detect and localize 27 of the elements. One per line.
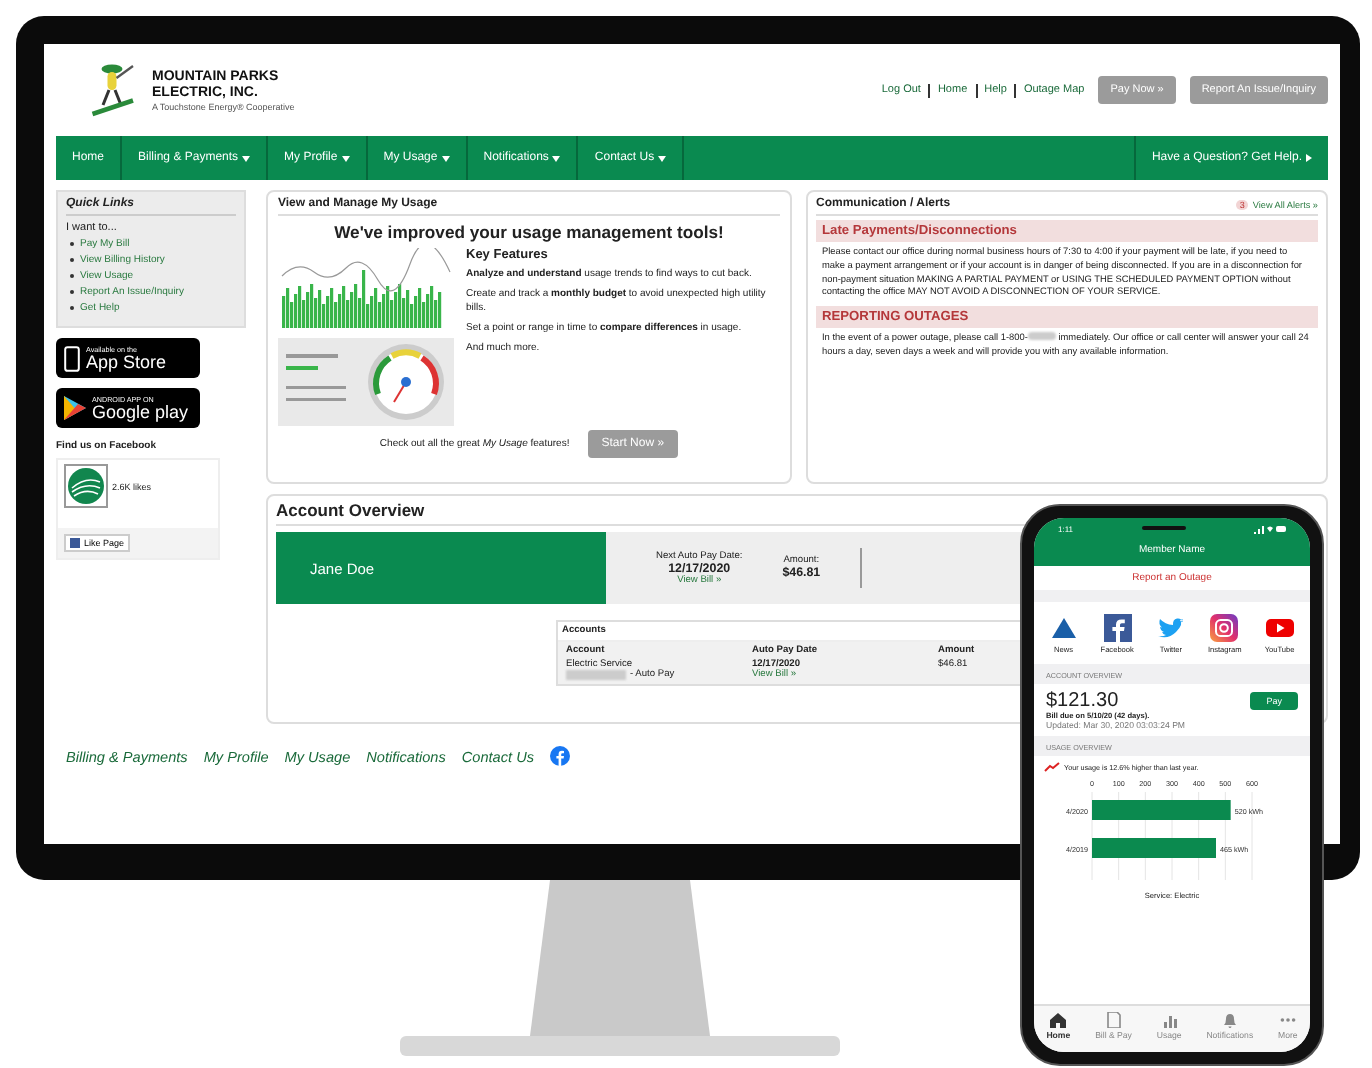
play-icon <box>64 396 86 420</box>
facebook-icon <box>1103 614 1132 642</box>
usage-bar <box>1092 800 1231 820</box>
caret-icon <box>341 155 350 161</box>
more-icon <box>1279 1012 1296 1028</box>
phone-icon <box>64 345 80 371</box>
home-icon <box>1050 1012 1067 1028</box>
trend-up-icon <box>1044 762 1060 772</box>
bell-icon <box>1221 1012 1238 1028</box>
caret-icon <box>441 155 450 161</box>
facebook-icon <box>70 538 80 548</box>
bird-icon <box>1156 614 1185 642</box>
facebook-icon[interactable] <box>549 746 570 766</box>
caret-icon <box>242 155 251 161</box>
coop-logo-icon <box>64 464 108 508</box>
caret-icon <box>658 155 667 161</box>
redacted-number <box>566 670 626 680</box>
usage-headline: We've improved your usage management tools! <box>332 222 726 242</box>
play-icon <box>1265 614 1294 642</box>
caret-icon <box>552 155 561 161</box>
caret-icon <box>1306 154 1312 162</box>
bar-chart-icon <box>1161 1012 1178 1028</box>
balance-amount: $121.30 <box>1046 690 1119 712</box>
camera-icon <box>1210 614 1239 642</box>
usage-bar <box>1092 838 1216 858</box>
document-icon <box>1105 1012 1122 1028</box>
signal-battery-icon <box>1254 523 1286 533</box>
